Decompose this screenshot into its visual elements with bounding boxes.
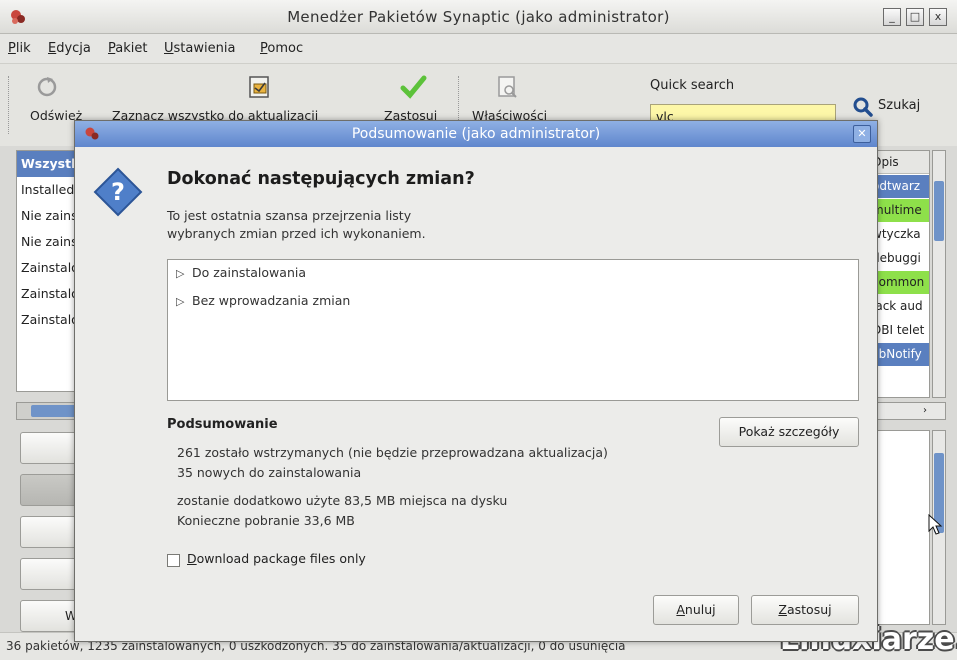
menu-plik[interactable]: Plik <box>8 41 31 56</box>
scroll-thumb[interactable] <box>934 181 944 241</box>
properties-button[interactable] <box>494 74 520 104</box>
properties-icon <box>498 76 517 98</box>
mark-all-icon <box>249 76 269 98</box>
package-row[interactable]: libNotify <box>871 343 929 366</box>
package-list-scrollbar[interactable] <box>932 150 946 398</box>
dialog-subtext: To jest ostatnia szansa przejrzenia list… <box>167 208 426 241</box>
expand-arrow-icon: ▷ <box>176 267 185 280</box>
summary-title: Podsumowanie <box>167 417 278 432</box>
menu-bar: Plik Edycja Pakiet Ustawienia Pomoc <box>0 34 957 64</box>
maximize-button[interactable]: □ <box>906 8 924 26</box>
close-button[interactable]: x <box>929 8 947 26</box>
minimize-button[interactable]: _ <box>883 8 901 26</box>
synaptic-small-icon <box>85 127 99 140</box>
mouse-cursor-icon <box>928 514 943 535</box>
toolbar-separator <box>8 76 10 134</box>
window-title: Menedżer Pakietów Synaptic (jako adminis… <box>287 8 670 26</box>
package-row[interactable]: debuggi <box>871 247 929 270</box>
apply-toolbar-button[interactable] <box>398 72 428 106</box>
question-icon: ? <box>93 167 143 217</box>
changes-tree: ▷ Do zainstalowania ▷ Bez wprowadzania zmi… <box>167 259 859 401</box>
cancel-button[interactable]: Anuluj <box>653 595 739 625</box>
menu-ustawienia[interactable]: Ustawienia <box>164 41 235 56</box>
menu-pakiet[interactable]: Pakiet <box>108 41 147 56</box>
check-icon <box>400 75 427 99</box>
svg-text:?: ? <box>111 178 125 206</box>
tree-item-unchanged[interactable]: ▷ Bez wprowadzania zmian <box>176 290 350 312</box>
apply-button[interactable]: Zastosuj <box>751 595 859 625</box>
menu-edycja[interactable]: Edycja <box>48 41 91 56</box>
show-details-button[interactable]: Pokaż szczegóły <box>719 417 859 447</box>
mark-all-upgrades-button[interactable] <box>246 74 272 104</box>
download-only-checkbox[interactable] <box>167 554 180 567</box>
dialog-close-button[interactable]: ✕ <box>853 125 871 143</box>
package-row[interactable]: odtwarz <box>871 175 929 198</box>
package-row[interactable]: jack aud <box>871 295 929 318</box>
search-icon <box>853 97 873 117</box>
dialog-titlebar: Podsumowanie (jako administrator) ✕ <box>75 121 877 147</box>
search-label: Szukaj <box>878 98 921 113</box>
package-list-hscroll[interactable]: › <box>870 402 946 420</box>
tree-item-to-install[interactable]: ▷ Do zainstalowania <box>176 262 306 284</box>
description-pane <box>870 430 930 625</box>
summary-line: zostanie dodatkowo użyte 83,5 MB miejsca… <box>177 493 508 508</box>
reload-icon <box>37 77 57 97</box>
package-list: Opis odtwarz multime wtyczka debuggi com… <box>870 150 930 398</box>
column-header-description[interactable]: Opis <box>871 151 929 174</box>
package-row[interactable]: DBI telet <box>871 319 929 342</box>
reload-button[interactable] <box>34 74 60 104</box>
summary-line: 261 zostało wstrzymanych (nie będzie prz… <box>177 445 608 460</box>
search-button[interactable]: Szukaj <box>852 94 952 120</box>
window-titlebar: Menedżer Pakietów Synaptic (jako adminis… <box>0 0 957 34</box>
dialog-title: Podsumowanie (jako administrator) <box>351 126 601 142</box>
menu-pomoc[interactable]: Pomoc <box>260 41 303 56</box>
summary-dialog: Podsumowanie (jako administrator) ✕ ? Do… <box>74 120 878 642</box>
dialog-heading: Dokonać następujących zmian? <box>167 169 475 189</box>
package-row[interactable]: common <box>871 271 929 294</box>
quick-search-label: Quick search <box>650 78 735 93</box>
summary-line: Konieczne pobranie 33,6 MB <box>177 513 355 528</box>
package-row[interactable]: multime <box>871 199 929 222</box>
summary-line: 35 nowych do zainstalowania <box>177 465 362 480</box>
package-row[interactable]: wtyczka <box>871 223 929 246</box>
expand-arrow-icon: ▷ <box>176 295 185 308</box>
download-only-label[interactable]: Download package files only <box>187 551 366 566</box>
